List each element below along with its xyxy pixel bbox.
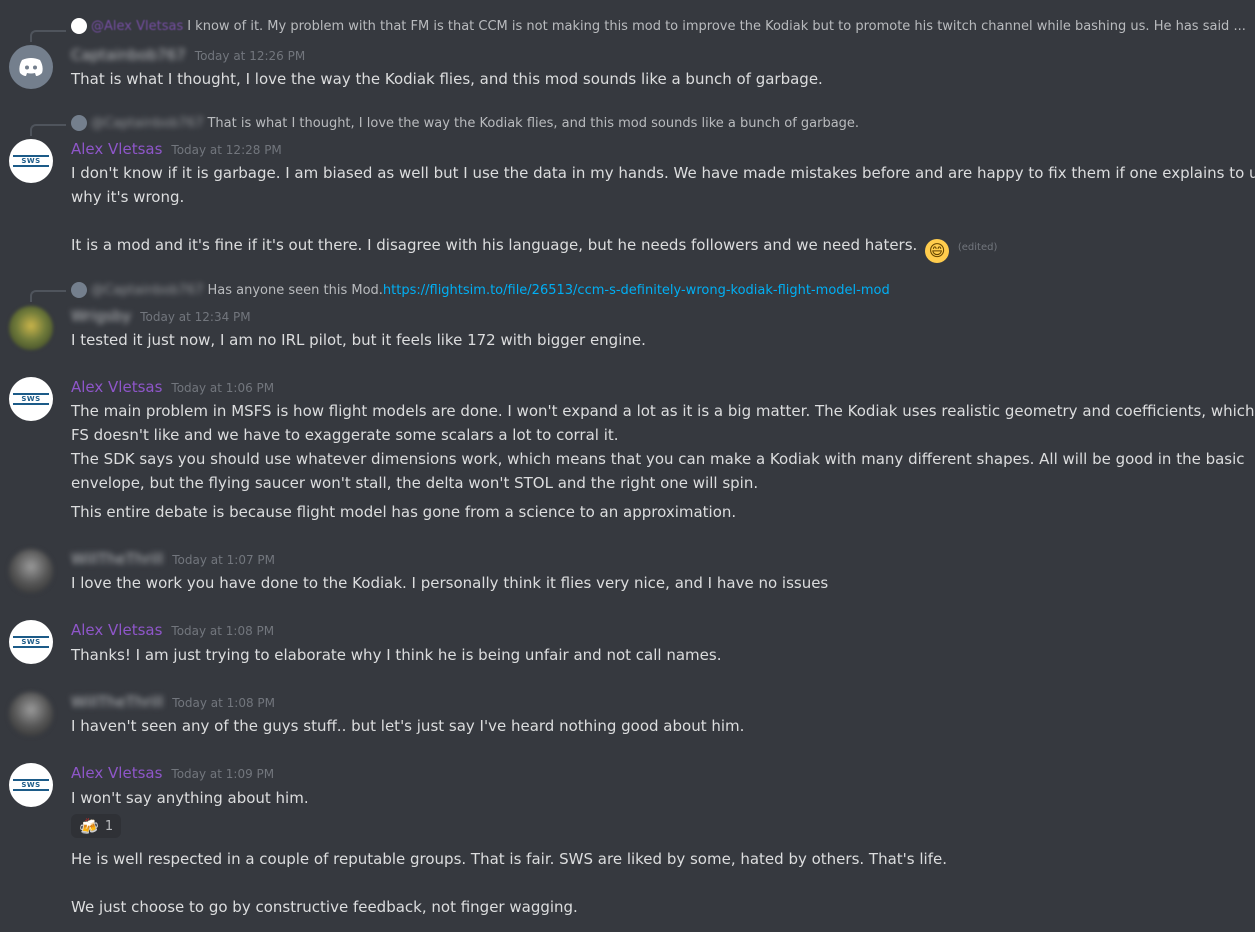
message-text: why it's wrong. [71,188,185,206]
author-name[interactable]: Alex Vletsas [71,621,162,639]
message-text: We just choose to go by constructive fee… [71,898,578,916]
reply-text: That is what I thought, I love the way t… [207,115,860,131]
timestamp: Today at 1:08 PM [172,696,275,710]
reply-author[interactable]: @Alex Vletsas [91,19,183,34]
reply-text: I know of it. My problem with that FM is… [187,18,1246,34]
avatar[interactable] [9,45,53,89]
message-text: FS doesn't like and we have to exaggerat… [71,426,619,444]
reaction-count: 1 [104,818,114,834]
timestamp: Today at 1:09 PM [171,767,275,781]
message-text-line: It is a mod and it's fine if it's out th… [71,233,997,263]
message-text: I won't say anything about him. [71,789,309,807]
reply-author[interactable]: @Captainbob767 [91,116,203,131]
message-text: Thanks! I am just trying to elaborate wh… [71,646,722,664]
edited-label: (edited) [957,242,998,253]
avatar[interactable]: SWS [9,763,53,807]
sws-logo: SWS [13,155,49,167]
discord-icon [19,58,43,76]
sws-logo: SWS [13,393,49,405]
reply-connector [30,30,66,42]
beer-mugs-emoji: 🍻 [79,816,99,836]
message-text: The SDK says you should use whatever dim… [71,450,1245,468]
author-name[interactable]: Alex Vletsas [71,378,162,396]
author-name[interactable]: WillTheThrill [71,550,163,568]
message-text: I don't know if it is garbage. I am bias… [71,164,1255,182]
message-text: I haven't seen any of the guys stuff.. b… [71,717,745,735]
sws-logo: SWS [13,636,49,648]
message-text: The main problem in MSFS is how flight m… [71,402,1255,420]
sws-logo: SWS [13,779,49,791]
avatar[interactable]: SWS [9,139,53,183]
author-name[interactable]: Captainbob767 [71,46,186,64]
timestamp: Today at 12:26 PM [194,49,306,63]
reply-connector [30,124,66,136]
avatar[interactable] [9,306,53,350]
message-text: That is what I thought, I love the way t… [71,70,823,88]
avatar[interactable]: SWS [9,377,53,421]
reply-preview[interactable]: @Captainbob767 That is what I thought, I… [71,115,859,131]
reply-link[interactable]: https://flightsim.to/file/26513/ccm-s-de… [383,283,890,298]
reply-preview[interactable]: @Alex Vletsas I know of it. My problem w… [71,18,1246,34]
reply-avatar [71,282,87,298]
reply-text: Has anyone seen this Mod. [207,282,383,298]
timestamp: Today at 12:34 PM [140,310,251,324]
message-text: It is a mod and it's fine if it's out th… [71,236,918,254]
timestamp: Today at 1:06 PM [171,381,275,395]
author-name[interactable]: WillTheThrill [71,693,163,711]
message-text: He is well respected in a couple of repu… [71,850,947,868]
reply-author[interactable]: @Captainbob767 [91,283,203,298]
timestamp: Today at 12:28 PM [171,143,282,157]
grinning-emoji[interactable]: 😄 [925,239,950,263]
avatar[interactable] [9,549,53,593]
avatar[interactable]: SWS [9,620,53,664]
message-text: I tested it just now, I am no IRL pilot,… [71,331,646,349]
timestamp: Today at 1:07 PM [172,553,275,567]
timestamp: Today at 1:08 PM [171,624,275,638]
author-name[interactable]: Alex Vletsas [71,764,162,782]
reply-avatar [71,18,87,34]
message-text: This entire debate is because flight mod… [71,503,737,521]
avatar[interactable] [9,692,53,736]
reply-avatar [71,115,87,131]
reply-preview[interactable]: @Captainbob767 Has anyone seen this Mod.… [71,282,890,298]
reply-connector [30,290,66,302]
reaction-button[interactable]: 🍻 1 [71,814,122,838]
message-text: envelope, but the flying saucer won't st… [71,474,759,492]
message-text: I love the work you have done to the Kod… [71,574,829,592]
author-name[interactable]: Wrigsby [71,307,131,325]
author-name[interactable]: Alex Vletsas [71,140,162,158]
